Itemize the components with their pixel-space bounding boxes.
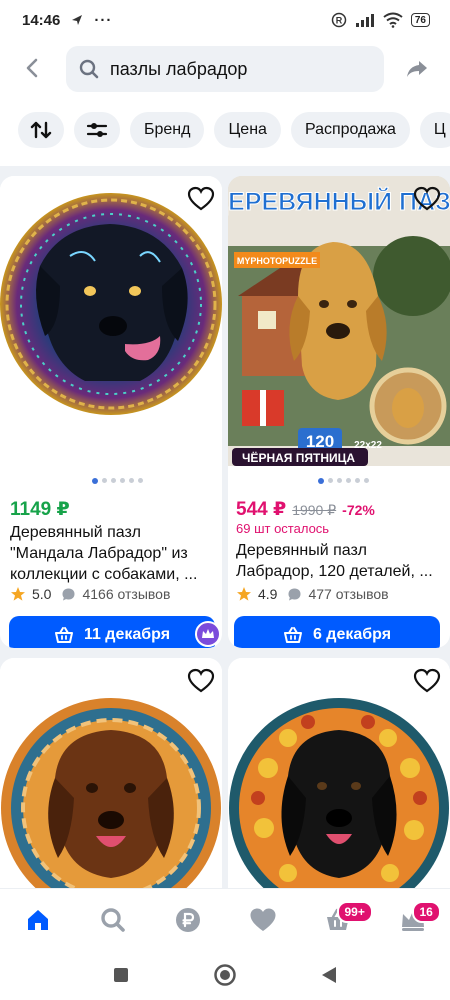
- battery-icon: 76: [410, 13, 430, 27]
- search-input[interactable]: пазлы лабрадор: [66, 46, 384, 92]
- favorite-button[interactable]: [412, 184, 442, 214]
- product-image[interactable]: ДЕРЕВЯННЫЙ ПАЗЛ MYPHOTOPUZZLE 120 22x22 …: [228, 176, 450, 466]
- nav-cart[interactable]: 99+: [313, 895, 373, 945]
- star-icon: [237, 587, 251, 601]
- old-price: 1990 ₽: [292, 502, 337, 518]
- search-icon: [100, 907, 125, 932]
- favorite-button[interactable]: [186, 184, 216, 214]
- ruble-icon: [175, 907, 200, 932]
- rating-value: 4.9: [258, 586, 278, 602]
- filter-chip-sale[interactable]: Распродажа: [290, 112, 410, 148]
- filter-chip-more[interactable]: Ц: [419, 112, 450, 148]
- more-dots-icon: ···: [94, 11, 113, 29]
- profile-count-badge: 16: [411, 900, 441, 923]
- stock-left-text: 69 шт осталось: [236, 521, 330, 536]
- delivery-date: 6 декабря: [312, 626, 392, 643]
- rating-row: 4.9 477 отзывов: [236, 586, 389, 602]
- search-query: пазлы лабрадор: [110, 58, 248, 79]
- price: 544 ₽: [236, 499, 287, 520]
- add-to-cart-button[interactable]: 11 декабря: [9, 616, 215, 648]
- favorite-button[interactable]: [412, 666, 442, 696]
- product-title[interactable]: Деревянный пазл Лабрадор, 120 деталей, .…: [236, 540, 444, 582]
- labrador-mandala-image: [0, 193, 222, 415]
- search-header: пазлы лабрадор: [0, 46, 450, 92]
- price-row: 1149 ₽: [10, 498, 70, 521]
- sort-arrows-icon: [30, 121, 52, 139]
- filter-chip-price[interactable]: Цена: [214, 112, 281, 148]
- star-icon: [11, 587, 25, 601]
- back-button[interactable]: [18, 54, 46, 82]
- basket-icon: [54, 627, 73, 643]
- image-brand-text: MYPHOTOPUZZLE: [237, 256, 317, 266]
- product-card[interactable]: [0, 658, 222, 888]
- labrador-puzzle-image: ДЕРЕВЯННЫЙ ПАЗЛ MYPHOTOPUZZLE 120 22x22 …: [228, 176, 450, 466]
- nav-profile[interactable]: 16: [388, 895, 441, 945]
- status-bar: 14:46 ··· R 76: [0, 0, 450, 40]
- heart-outline-icon: [413, 186, 441, 211]
- delivery-date: 11 декабря: [83, 626, 171, 643]
- nav-search[interactable]: [88, 895, 138, 945]
- cart-count-badge: 99+: [336, 900, 373, 923]
- search-icon: [79, 59, 99, 79]
- share-button[interactable]: [402, 54, 432, 84]
- reviews-count: 4166 отзывов: [82, 586, 171, 602]
- share-arrow-icon: [407, 61, 427, 77]
- rating-row: 5.0 4166 отзывов: [10, 586, 170, 602]
- status-time: 14:46: [22, 11, 61, 29]
- app-screen: 14:46 ··· R 76 пазлы лабрадор Бренд Цена…: [0, 0, 450, 1000]
- heart-outline-icon: [187, 186, 215, 211]
- filters-button[interactable]: [74, 112, 120, 148]
- nav-home[interactable]: [13, 895, 63, 945]
- filter-chip-brand[interactable]: Бренд: [130, 112, 205, 148]
- filter-bar: Бренд Цена Распродажа Ц: [18, 112, 450, 150]
- product-image[interactable]: [0, 176, 222, 466]
- favorite-button[interactable]: [186, 666, 216, 696]
- product-title[interactable]: Деревянный пазл "Мандала Лабрадор" из ко…: [10, 522, 216, 585]
- comment-icon: [288, 588, 301, 600]
- signal-icon: [355, 14, 374, 27]
- sliders-icon: [86, 123, 108, 137]
- product-feed: 1149 ₽ Деревянный пазл "Мандала Лабрадор…: [0, 166, 450, 888]
- svg-text:R: R: [336, 16, 343, 26]
- comment-icon: [62, 588, 75, 600]
- recents-square-icon[interactable]: [112, 966, 130, 984]
- rating-value: 5.0: [32, 586, 52, 602]
- chevron-left-icon: [26, 58, 38, 78]
- home-circle-icon[interactable]: [213, 963, 237, 987]
- sort-button[interactable]: [18, 112, 64, 148]
- image-carousel-dots: [92, 477, 143, 484]
- premium-badge-icon: [195, 621, 221, 647]
- heart-icon: [250, 908, 275, 931]
- home-icon: [27, 909, 48, 930]
- nav-finance[interactable]: [163, 895, 213, 945]
- product-card[interactable]: ДЕРЕВЯННЫЙ ПАЗЛ MYPHOTOPUZZLE 120 22x22 …: [228, 176, 450, 648]
- back-triangle-icon[interactable]: [320, 965, 338, 985]
- navigation-arrow-icon: [72, 15, 83, 25]
- bottom-navigation: 99+ 16: [0, 888, 450, 950]
- heart-outline-icon: [187, 668, 215, 693]
- nav-favorites[interactable]: [238, 895, 288, 945]
- price: 1149 ₽: [10, 499, 70, 520]
- registered-icon: R: [331, 12, 347, 28]
- product-card[interactable]: [228, 658, 450, 888]
- system-navigation-bar: [0, 950, 450, 1000]
- heart-outline-icon: [413, 668, 441, 693]
- reviews-count: 477 отзывов: [308, 586, 389, 602]
- add-to-cart-button[interactable]: 6 декабря: [234, 616, 440, 648]
- image-carousel-dots: [318, 477, 369, 484]
- product-card[interactable]: 1149 ₽ Деревянный пазл "Мандала Лабрадор…: [0, 176, 222, 648]
- price-row: 544 ₽ 1990 ₽ -72%: [236, 498, 375, 521]
- basket-icon: [283, 627, 302, 643]
- wifi-icon: [383, 12, 403, 28]
- image-promo-text: ЧЁРНАЯ ПЯТНИЦА: [242, 450, 355, 465]
- discount-badge: -72%: [342, 502, 375, 518]
